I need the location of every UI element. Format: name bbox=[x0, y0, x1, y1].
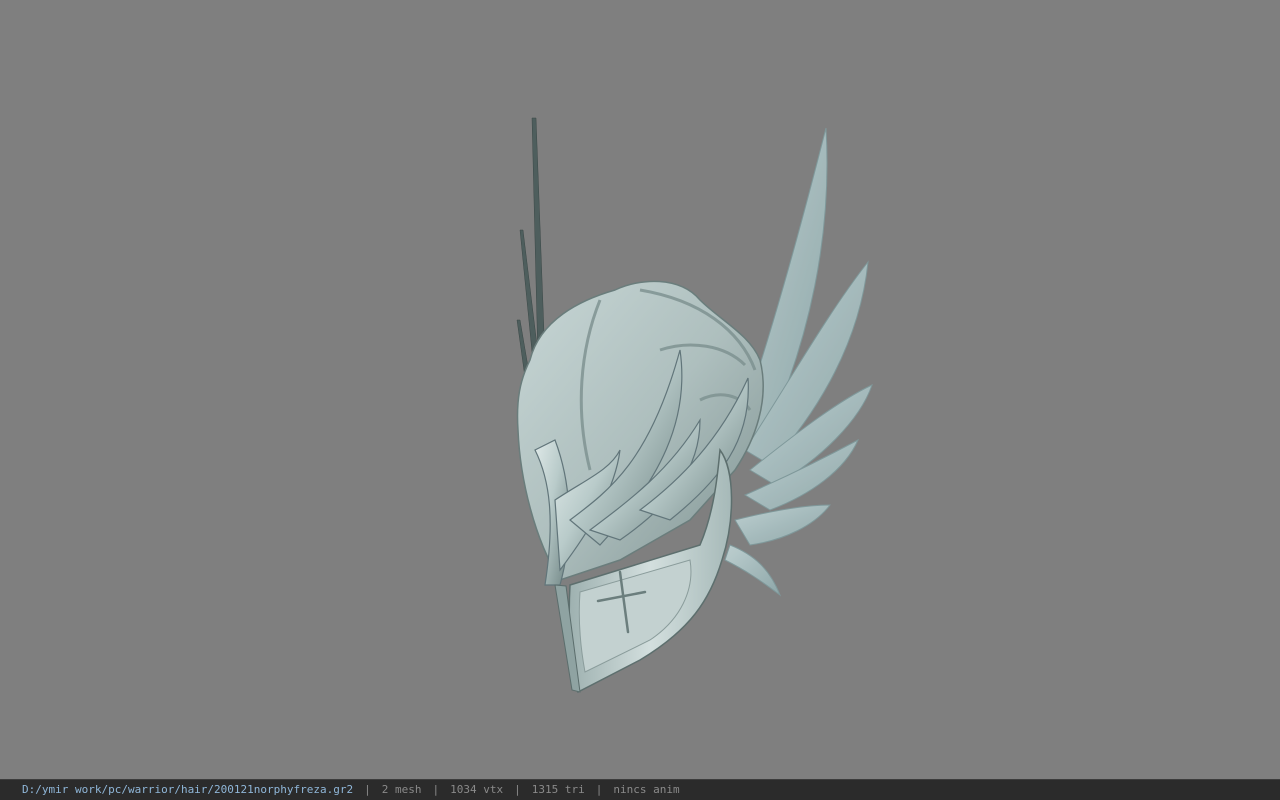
separator: | bbox=[595, 783, 603, 796]
separator: | bbox=[432, 783, 440, 796]
triangle-count: 1315 tri bbox=[531, 783, 585, 796]
separator: | bbox=[514, 783, 521, 796]
3d-viewport[interactable] bbox=[0, 0, 1280, 779]
anim-status: nincs anim bbox=[613, 783, 680, 796]
helmet-model[interactable] bbox=[0, 0, 1280, 779]
vertex-count: 1034 vtx bbox=[450, 783, 504, 796]
mesh-count: 2 mesh bbox=[381, 783, 422, 796]
status-bar: D:/ymir work/pc/warrior/hair/200121norph… bbox=[0, 779, 1280, 800]
separator: | bbox=[364, 783, 371, 796]
file-path: D:/ymir work/pc/warrior/hair/200121norph… bbox=[22, 783, 354, 796]
